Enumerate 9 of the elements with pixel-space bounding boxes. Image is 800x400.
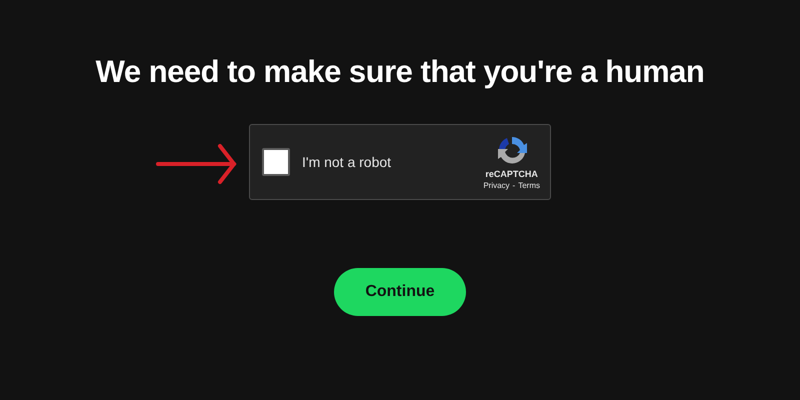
continue-button[interactable]: Continue xyxy=(334,268,466,316)
checkbox-label: I'm not a robot xyxy=(302,152,392,172)
link-separator: - xyxy=(512,180,516,190)
page-heading: We need to make sure that you're a human xyxy=(96,53,704,91)
captcha-checkbox[interactable] xyxy=(262,148,290,176)
terms-link[interactable]: Terms xyxy=(518,180,540,190)
recaptcha-brand: reCAPTCHA xyxy=(485,168,538,180)
privacy-link[interactable]: Privacy xyxy=(483,180,510,190)
arrow-icon xyxy=(156,143,238,185)
